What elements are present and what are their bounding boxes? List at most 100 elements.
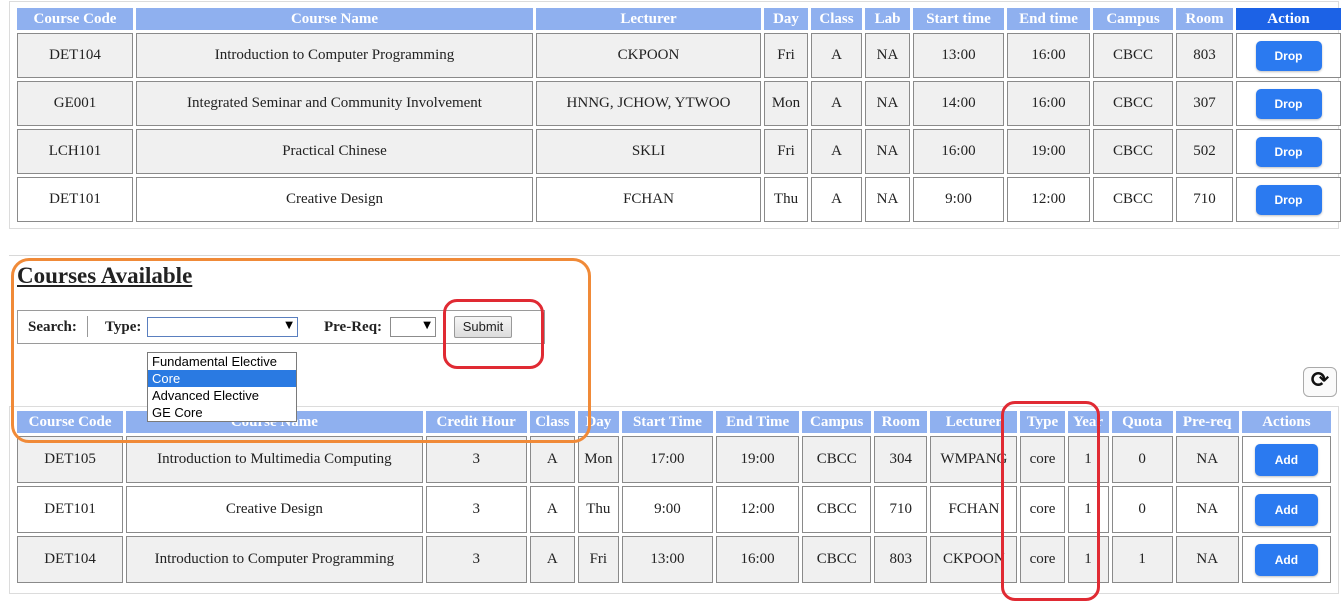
type-column-highlight-annotation xyxy=(1001,401,1100,601)
cell-start-time: 9:00 xyxy=(913,177,1004,222)
cell-course-code: DET101 xyxy=(17,177,133,222)
drop-button[interactable]: Drop xyxy=(1255,136,1322,167)
column-header: Start time xyxy=(913,8,1004,30)
column-header: Lab xyxy=(865,8,910,30)
column-header: Course Code xyxy=(17,8,133,30)
cell-lecturer: SKLI xyxy=(536,129,761,174)
cell-room: 502 xyxy=(1176,129,1233,174)
cell-end-time: 16:00 xyxy=(1007,81,1090,126)
cell-room: 307 xyxy=(1176,81,1233,126)
column-header: Action xyxy=(1236,8,1341,30)
cell-campus: CBCC xyxy=(1093,129,1173,174)
cell-campus: CBCC xyxy=(802,486,872,533)
cell-credit-hour: 3 xyxy=(425,486,527,533)
cell-class: A xyxy=(529,536,575,583)
cell-class: A xyxy=(811,177,862,222)
cell-room: 710 xyxy=(874,486,928,533)
cell-end-time: 16:00 xyxy=(716,536,800,583)
cell-action: Add xyxy=(1241,486,1331,533)
cell-campus: CBCC xyxy=(1093,177,1173,222)
cell-course-code: GE001 xyxy=(17,81,133,126)
cell-day: Mon xyxy=(764,81,808,126)
enrolled-courses-table: Course Code Course Name Lecturer Day Cla… xyxy=(14,5,1342,225)
drop-button[interactable]: Drop xyxy=(1255,40,1322,71)
table-row: GE001 Integrated Seminar and Community I… xyxy=(17,81,1341,126)
column-header: Course Name xyxy=(136,8,533,30)
column-header: Campus xyxy=(1093,8,1173,30)
cell-end-time: 19:00 xyxy=(1007,129,1090,174)
cell-end-time: 19:00 xyxy=(716,436,800,483)
refresh-icon: ⟳ xyxy=(1310,368,1330,393)
cell-course-code: DET105 xyxy=(17,436,124,483)
cell-quota: 0 xyxy=(1111,436,1173,483)
cell-campus: CBCC xyxy=(802,536,872,583)
cell-credit-hour: 3 xyxy=(425,436,527,483)
cell-start-time: 16:00 xyxy=(913,129,1004,174)
cell-course-name: Creative Design xyxy=(136,177,533,222)
cell-course-name: Creative Design xyxy=(126,486,423,533)
submit-highlight-annotation xyxy=(443,299,544,369)
cell-lecturer: HNNG, JCHOW, YTWOO xyxy=(536,81,761,126)
cell-course-name: Introduction to Computer Programming xyxy=(136,33,533,78)
cell-campus: CBCC xyxy=(802,436,872,483)
cell-end-time: 12:00 xyxy=(1007,177,1090,222)
table-row: DET101 Creative Design FCHAN Thu A NA 9:… xyxy=(17,177,1341,222)
cell-lecturer: FCHAN xyxy=(536,177,761,222)
cell-class: A xyxy=(529,436,575,483)
cell-start-time: 14:00 xyxy=(913,81,1004,126)
cell-day: Thu xyxy=(577,486,619,533)
cell-day: Fri xyxy=(577,536,619,583)
cell-prereq: NA xyxy=(1175,486,1239,533)
table-row: DET104 Introduction to Computer Programm… xyxy=(17,536,1331,583)
cell-end-time: 16:00 xyxy=(1007,33,1090,78)
cell-action: Add xyxy=(1241,436,1331,483)
cell-class: A xyxy=(529,486,575,533)
cell-lab: NA xyxy=(865,33,910,78)
column-header: Lecturer xyxy=(536,8,761,30)
add-button[interactable]: Add xyxy=(1254,443,1318,476)
cell-course-name: Introduction to Multimedia Computing xyxy=(126,436,423,483)
cell-class: A xyxy=(811,81,862,126)
cell-day: Fri xyxy=(764,33,808,78)
cell-action: Drop xyxy=(1236,177,1341,222)
column-header: Actions xyxy=(1241,411,1331,433)
cell-class: A xyxy=(811,129,862,174)
column-header: Quota xyxy=(1111,411,1173,433)
refresh-button[interactable]: ⟳ xyxy=(1303,367,1337,397)
drop-button[interactable]: Drop xyxy=(1255,184,1322,215)
cell-action: Drop xyxy=(1236,33,1341,78)
cell-course-code: LCH101 xyxy=(17,129,133,174)
column-header: Campus xyxy=(802,411,872,433)
cell-lab: NA xyxy=(865,129,910,174)
add-button[interactable]: Add xyxy=(1254,493,1318,526)
cell-course-name: Introduction to Computer Programming xyxy=(126,536,423,583)
column-header: End time xyxy=(1007,8,1090,30)
cell-campus: CBCC xyxy=(1093,81,1173,126)
cell-lab: NA xyxy=(865,177,910,222)
cell-room: 304 xyxy=(874,436,928,483)
table-row: DET104 Introduction to Computer Programm… xyxy=(17,33,1341,78)
cell-credit-hour: 3 xyxy=(425,536,527,583)
drop-button[interactable]: Drop xyxy=(1255,88,1322,119)
cell-class: A xyxy=(811,33,862,78)
column-header: Class xyxy=(811,8,862,30)
add-button[interactable]: Add xyxy=(1254,543,1318,576)
table-row: LCH101 Practical Chinese SKLI Fri A NA 1… xyxy=(17,129,1341,174)
cell-room: 803 xyxy=(1176,33,1233,78)
cell-start-time: 9:00 xyxy=(621,486,714,533)
cell-course-code: DET101 xyxy=(17,486,124,533)
cell-start-time: 13:00 xyxy=(913,33,1004,78)
cell-action: Drop xyxy=(1236,81,1341,126)
cell-campus: CBCC xyxy=(1093,33,1173,78)
cell-end-time: 12:00 xyxy=(716,486,800,533)
cell-prereq: NA xyxy=(1175,536,1239,583)
column-header: Start Time xyxy=(621,411,714,433)
column-header: Day xyxy=(764,8,808,30)
column-header: Room xyxy=(1176,8,1233,30)
cell-prereq: NA xyxy=(1175,436,1239,483)
cell-day: Thu xyxy=(764,177,808,222)
cell-start-time: 13:00 xyxy=(621,536,714,583)
table-row: DET105 Introduction to Multimedia Comput… xyxy=(17,436,1331,483)
cell-course-code: DET104 xyxy=(17,536,124,583)
cell-lab: NA xyxy=(865,81,910,126)
